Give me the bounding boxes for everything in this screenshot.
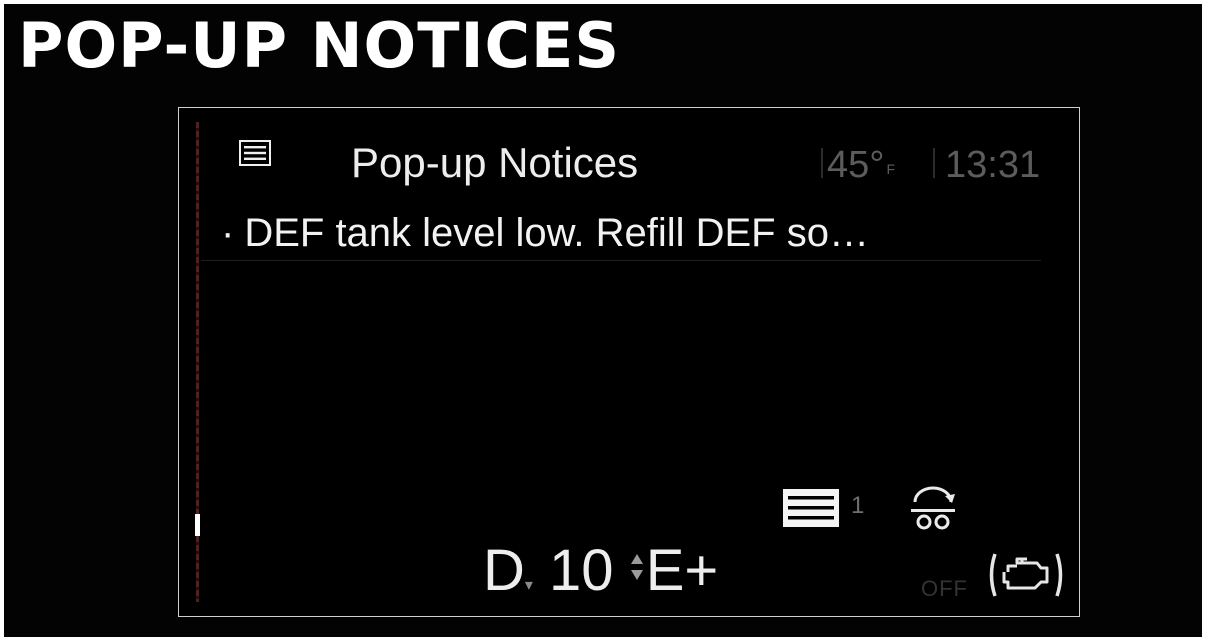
menu-list-icon[interactable] bbox=[239, 140, 271, 171]
shift-arrows-icon bbox=[630, 552, 646, 582]
start-stop-status: OFF bbox=[921, 576, 968, 601]
page-heading: POP-UP NOTICES bbox=[18, 9, 621, 82]
gear-down-arrow: ▾ bbox=[524, 577, 533, 594]
engine-icon bbox=[987, 548, 1065, 607]
screen-title: Pop-up Notices bbox=[351, 139, 639, 186]
gear-position: D bbox=[483, 538, 525, 603]
clock: 13:31 bbox=[945, 144, 1041, 186]
notification-count: 1 bbox=[851, 492, 865, 519]
instrument-display: Pop-up Notices 45° F 13:31 · DEF tank leve… bbox=[178, 107, 1080, 617]
eco-mode: E+ bbox=[645, 538, 719, 603]
image-frame: POP-UP NOTICES Pop-up Notices 45° F 13:31… bbox=[4, 4, 1202, 637]
gear-number: 10 bbox=[549, 538, 614, 603]
left-gauge-marker bbox=[195, 514, 200, 536]
outside-temperature: 45° F bbox=[827, 142, 895, 188]
tire-pressure-icon bbox=[907, 480, 959, 537]
notice-list-item[interactable]: · DEF tank level low. Refill DEF so… bbox=[221, 208, 869, 258]
notice-text: DEF tank level low. Refill DEF so… bbox=[244, 211, 869, 255]
notification-list-icon bbox=[783, 489, 839, 532]
transmission-status: D▾ 10 E+ bbox=[483, 536, 718, 621]
list-divider bbox=[201, 260, 1041, 261]
notice-bullet: · bbox=[221, 211, 235, 255]
temperature-value: 45° bbox=[827, 144, 885, 186]
status-separator bbox=[933, 148, 935, 178]
status-separator bbox=[821, 148, 823, 178]
temperature-unit: F bbox=[886, 161, 896, 177]
